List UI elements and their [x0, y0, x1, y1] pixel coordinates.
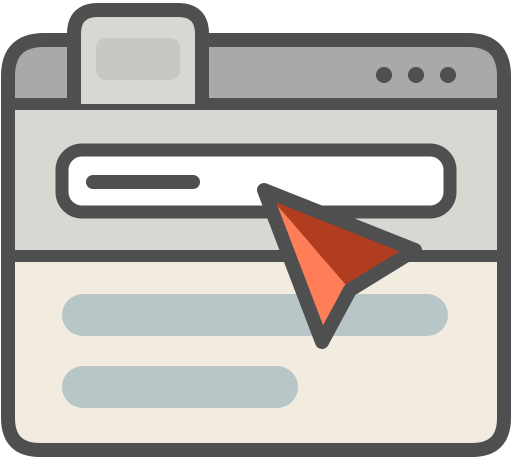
window-control-dot[interactable] — [440, 67, 456, 83]
content-area — [8, 256, 504, 450]
browser-window-icon — [1, 3, 511, 457]
content-placeholder-line — [62, 294, 448, 336]
content-placeholder-line — [62, 366, 298, 408]
tab-label-placeholder — [96, 38, 180, 80]
window-control-dot[interactable] — [376, 67, 392, 83]
address-text-placeholder — [86, 175, 200, 189]
window-control-dot[interactable] — [408, 67, 424, 83]
